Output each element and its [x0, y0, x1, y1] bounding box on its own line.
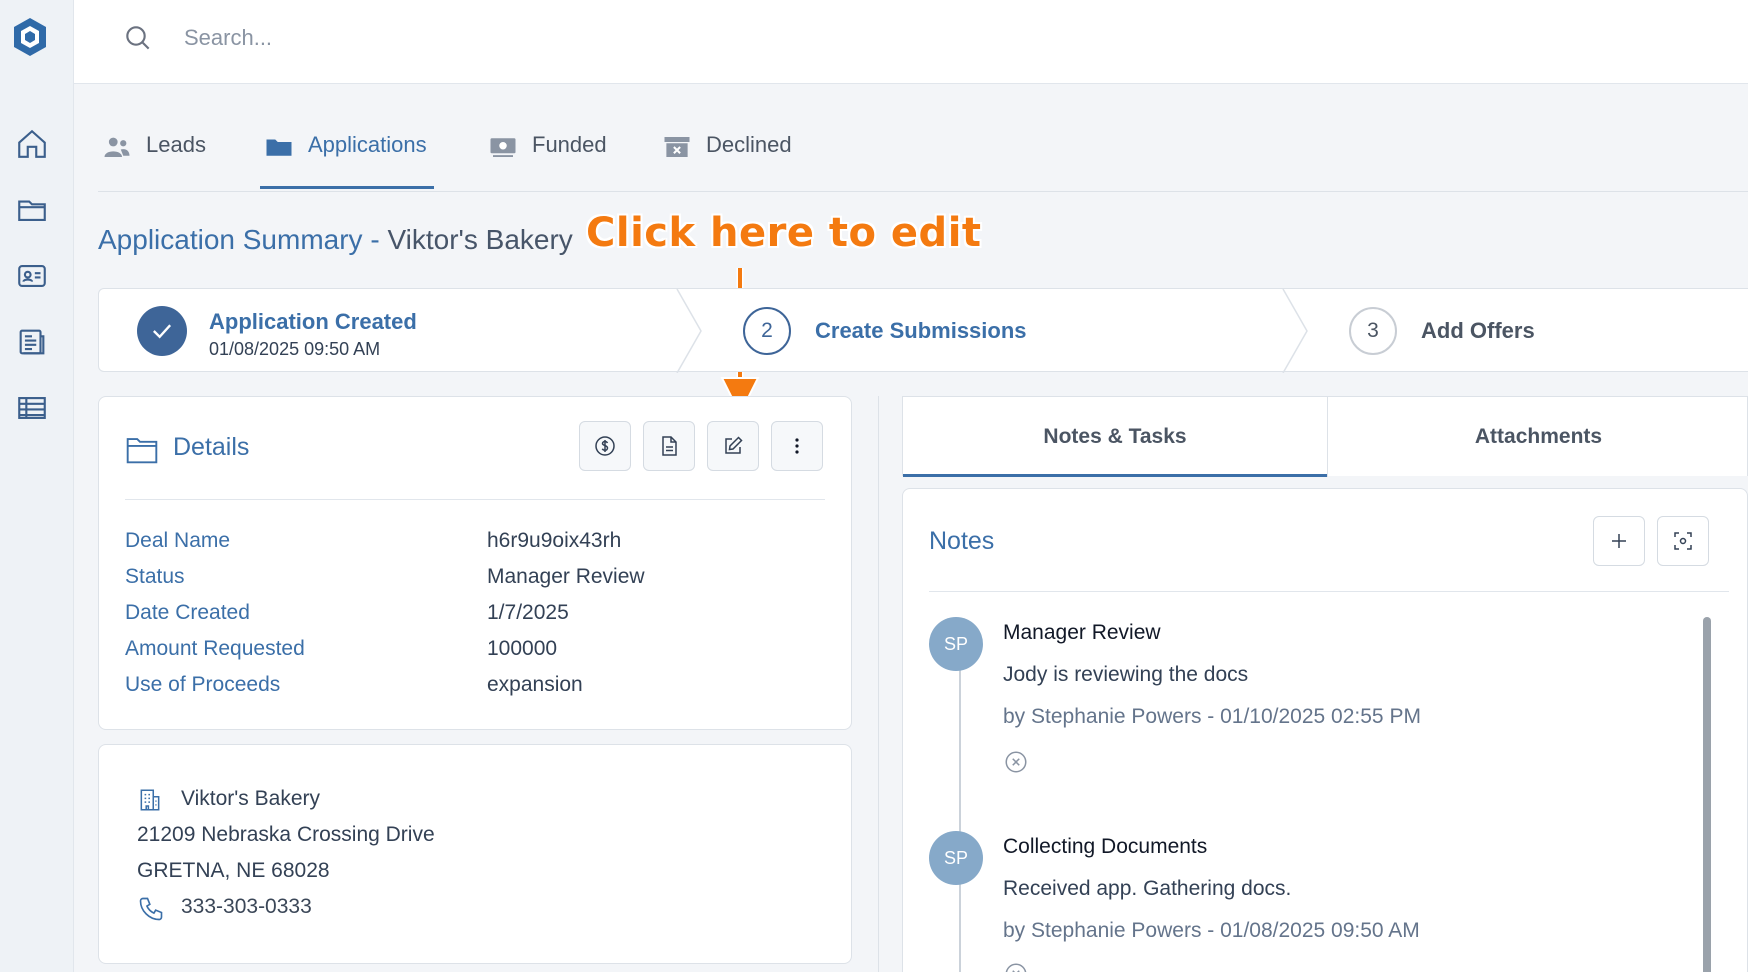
- details-title: Details: [173, 433, 250, 461]
- nav-folder-icon[interactable]: [14, 192, 50, 228]
- note-2-title: Collecting Documents: [1003, 835, 1208, 858]
- page-title-prefix: Application Summary: [98, 224, 363, 255]
- tab-funded[interactable]: Funded: [488, 132, 607, 192]
- business-address-card: Viktor's Bakery 21209 Nebraska Crossing …: [98, 744, 852, 964]
- tab-leads-label: Leads: [146, 132, 206, 157]
- avatar: SP: [929, 831, 983, 885]
- field-label-amount-requested: Amount Requested: [125, 637, 305, 660]
- notes-card: Notes SP Manager Review Jody is reviewin…: [902, 488, 1748, 972]
- page-title-separator: -: [370, 224, 380, 255]
- field-value-use-of-proceeds: expansion: [487, 673, 583, 696]
- building-icon: [140, 789, 160, 811]
- more-options-button[interactable]: [771, 421, 823, 471]
- notes-scrollbar[interactable]: [1703, 617, 1711, 972]
- tab-notes-tasks[interactable]: Notes & Tasks: [903, 397, 1327, 477]
- tab-applications-label: Applications: [308, 132, 427, 157]
- note-2-meta: by Stephanie Powers - 01/08/2025 09:50 A…: [1003, 919, 1420, 942]
- field-label-deal-name: Deal Name: [125, 529, 231, 552]
- details-divider: [125, 499, 825, 500]
- note-1-meta: by Stephanie Powers - 01/10/2025 02:55 P…: [1003, 705, 1421, 728]
- document-button[interactable]: [643, 421, 695, 471]
- phone-icon: [139, 897, 163, 921]
- step-1-date: 01/08/2025 09:50 AM: [209, 339, 381, 359]
- delete-note-2-icon[interactable]: [1003, 961, 1029, 972]
- nav-document-icon[interactable]: [14, 324, 50, 360]
- field-label-use-of-proceeds: Use of Proceeds: [125, 673, 281, 696]
- step-3-number: 3: [1349, 307, 1397, 355]
- logo-icon: [14, 18, 46, 56]
- users-icon: [104, 137, 130, 157]
- field-value-deal-name: h6r9u9oix43rh: [487, 529, 622, 552]
- folder-icon: [266, 139, 292, 156]
- page-title-business: Viktor's Bakery: [387, 224, 573, 255]
- address-city: GRETNA, NE 68028: [137, 859, 330, 882]
- sidebar: [0, 0, 74, 972]
- note-1-title: Manager Review: [1003, 621, 1161, 644]
- pipeline-tabs: Leads Applications Funded Declined: [98, 110, 1748, 192]
- folder-outline-icon: [126, 438, 158, 464]
- field-value-date-created: 1/7/2025: [487, 601, 569, 624]
- details-card: Details Deal Name h6r9u9oix43rh Status M…: [98, 396, 852, 730]
- nav-home-icon[interactable]: [14, 126, 50, 162]
- delete-note-1-icon[interactable]: [1003, 749, 1029, 775]
- active-tab-indicator: [260, 186, 434, 189]
- tab-attachments[interactable]: Attachments: [1328, 397, 1748, 477]
- field-label-date-created: Date Created: [125, 601, 250, 624]
- tab-funded-label: Funded: [532, 132, 607, 157]
- vertical-dots-icon: [795, 438, 799, 454]
- money-icon: [490, 138, 516, 157]
- step-2-label[interactable]: Create Submissions: [815, 318, 1027, 344]
- notes-divider: [929, 591, 1729, 592]
- funding-button[interactable]: [579, 421, 631, 471]
- note-1-body: Jody is reviewing the docs: [1003, 663, 1249, 686]
- timeline-line: [959, 665, 961, 972]
- tab-leads[interactable]: Leads: [102, 132, 206, 192]
- step-complete-check-icon: [137, 306, 187, 356]
- address-phone[interactable]: 333-303-0333: [181, 895, 312, 919]
- field-value-amount-requested: 100000: [487, 637, 558, 660]
- note-2-body: Received app. Gathering docs.: [1003, 877, 1292, 900]
- top-bar: [74, 0, 1748, 84]
- right-active-tab-indicator: [903, 474, 1327, 477]
- document-icon: [662, 436, 677, 456]
- edit-button[interactable]: [707, 421, 759, 471]
- tab-applications[interactable]: Applications: [264, 132, 427, 192]
- focus-icon: [1674, 532, 1692, 550]
- nav-contact-card-icon[interactable]: [14, 258, 50, 294]
- nav-table-icon[interactable]: [14, 390, 50, 426]
- search-input[interactable]: [184, 16, 884, 60]
- field-label-status: Status: [125, 565, 185, 588]
- tab-declined[interactable]: Declined: [662, 132, 792, 192]
- plus-icon: [1612, 534, 1626, 548]
- edit-pencil-icon: [725, 436, 743, 454]
- progress-stepper: Application Created 01/08/2025 09:50 AM …: [98, 288, 1748, 373]
- page-title: Application Summary - Viktor's Bakery: [98, 224, 573, 256]
- avatar: SP: [929, 617, 983, 671]
- address-street: 21209 Nebraska Crossing Drive: [137, 823, 435, 846]
- notes-title: Notes: [929, 527, 995, 555]
- step-3-label[interactable]: Add Offers: [1421, 318, 1535, 344]
- step-2-number: 2: [743, 307, 791, 355]
- edit-callout: Click here to edit: [586, 210, 982, 256]
- right-panel-tabs: Notes & Tasks Attachments: [902, 396, 1748, 477]
- step-1-label: Application Created: [209, 309, 417, 334]
- field-value-status: Manager Review: [487, 565, 645, 588]
- archive-x-icon: [664, 137, 690, 157]
- search-icon: [126, 26, 150, 50]
- address-business-name: Viktor's Bakery: [181, 787, 321, 810]
- column-divider: [878, 396, 879, 972]
- dollar-circle-icon: [595, 436, 615, 456]
- tab-declined-label: Declined: [706, 132, 792, 157]
- expand-notes-button[interactable]: [1657, 516, 1709, 566]
- add-note-button[interactable]: [1593, 516, 1645, 566]
